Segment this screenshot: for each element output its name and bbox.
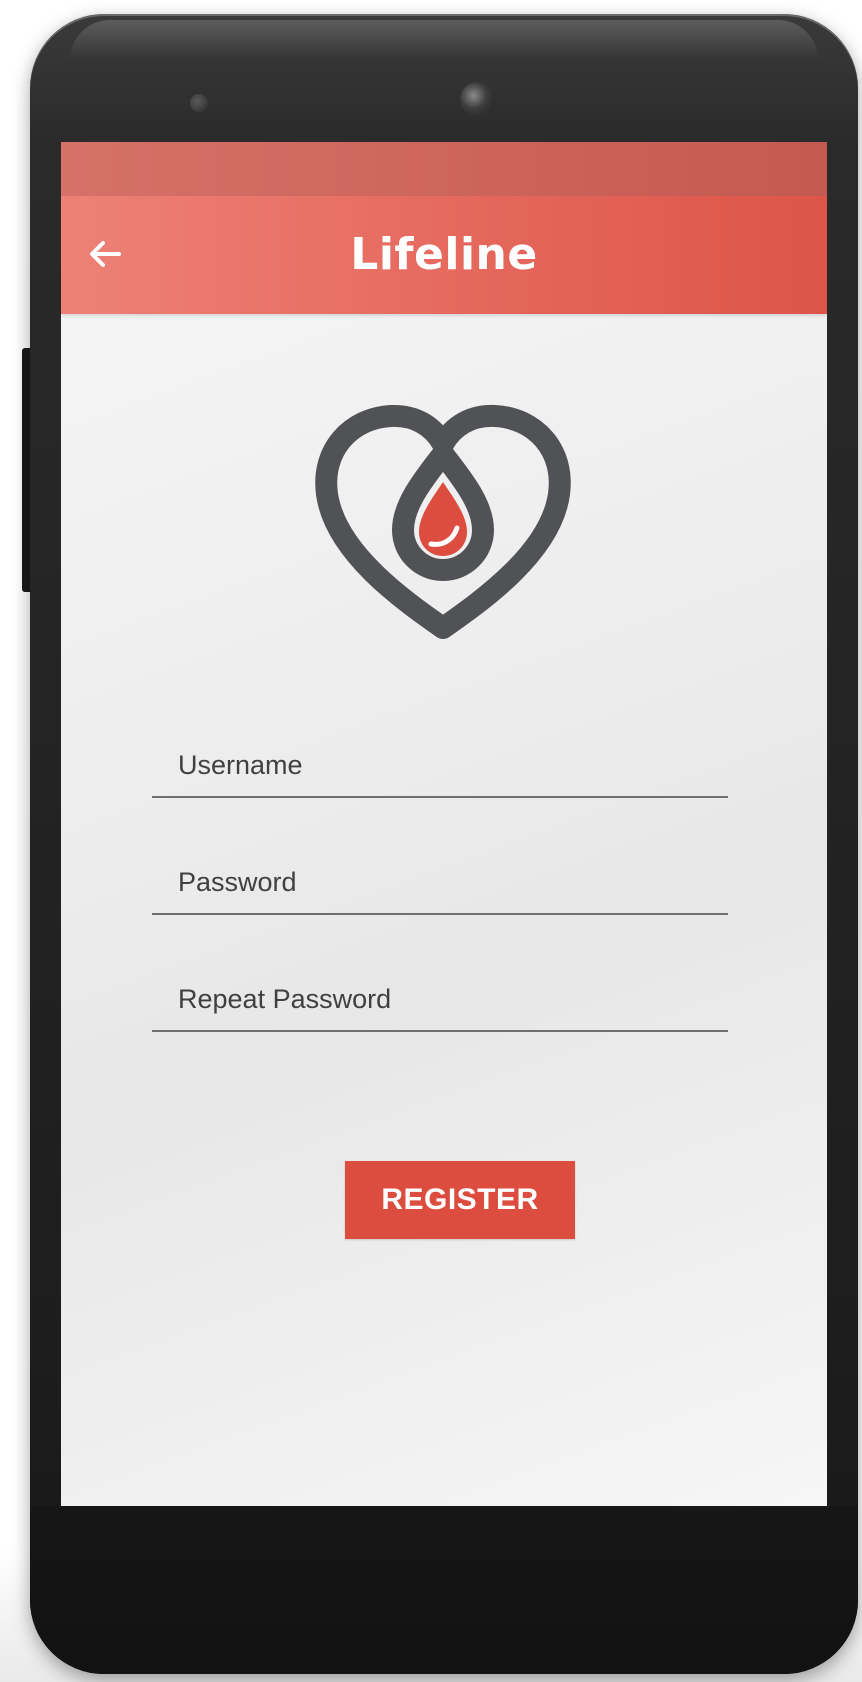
stage: Lifeline Username REGISTER [0,0,862,1682]
front-camera [460,82,494,116]
back-button[interactable] [81,230,129,278]
app-bar: Lifeline [61,196,827,314]
status-bar [61,142,827,196]
phone-bottom-bezel [30,1506,858,1674]
app-title: Lifeline [350,229,538,280]
repeat-password-field[interactable] [152,970,728,1032]
arrow-left-icon [90,241,121,267]
username-input[interactable] [152,736,728,794]
heart-blood-drop-logo [305,390,581,644]
phone-screen: Lifeline Username REGISTER [61,142,827,1506]
phone-top-sheen [70,20,818,60]
password-field[interactable] [152,853,728,915]
register-button[interactable]: REGISTER [345,1161,575,1239]
password-input[interactable] [152,853,728,911]
proximity-sensor [190,94,208,112]
repeat-password-input[interactable] [152,970,728,1028]
username-field[interactable] [152,736,728,798]
